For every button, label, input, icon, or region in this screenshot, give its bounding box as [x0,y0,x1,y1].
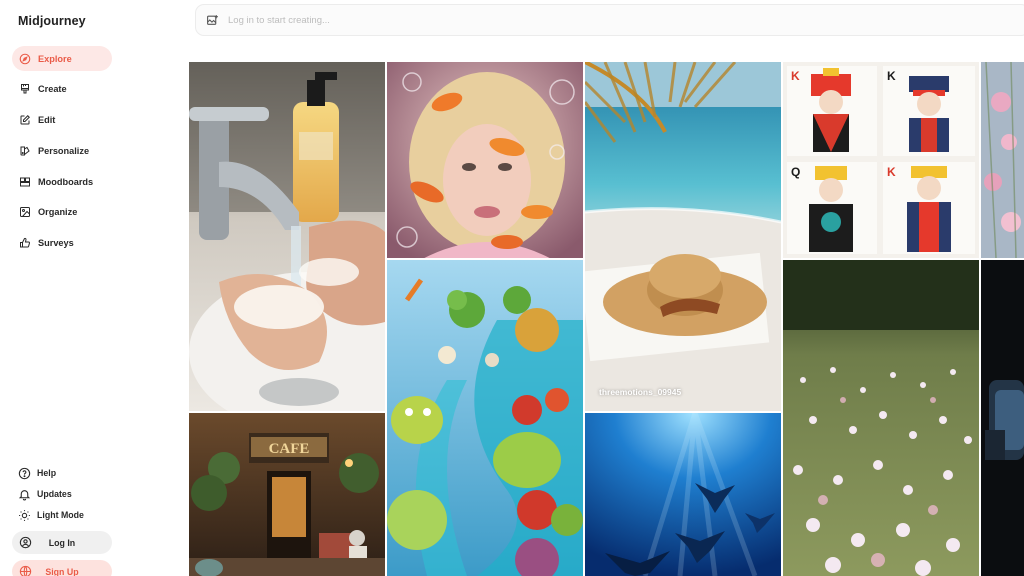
bell-icon [18,488,31,501]
playing-cards-image: K K Q K [783,62,979,258]
image-icon [19,206,31,218]
sidebar-item-label: Personalize [38,145,90,156]
sidebar-nav: Explore Create Edit Personalize Moodboar… [12,46,112,262]
sidebar-item-explore[interactable]: Explore [12,46,112,71]
help-icon [18,467,31,480]
svg-text:K: K [887,165,896,179]
updates-label: Updates [37,489,72,499]
light-mode-label: Light Mode [37,510,84,520]
gallery-item-pink-flowers[interactable] [981,62,1024,258]
sidebar-item-moodboards[interactable]: Moodboards [12,169,112,194]
underwater-rays-image [585,413,781,576]
hand-washing-image [189,62,385,411]
gallery-item-dark-night[interactable] [981,260,1024,576]
gallery-item-cafe[interactable]: CAFE [189,413,385,576]
user-icon [19,536,32,549]
app-title[interactable]: Midjourney [18,14,86,28]
prompt-input[interactable] [228,14,828,26]
goldfish-portrait-image [387,62,583,258]
sidebar-item-label: Surveys [38,238,74,249]
light-mode-toggle[interactable]: Light Mode [12,505,112,525]
globe-icon [19,565,32,576]
sidebar-item-surveys[interactable]: Surveys [12,231,112,256]
sidebar-item-label: Moodboards [38,176,94,187]
wildflower-meadow-image [783,260,979,576]
help-link[interactable]: Help [12,463,112,483]
svg-text:Q: Q [791,165,800,179]
help-label: Help [37,468,57,478]
cafe-street-image: CAFE [189,413,385,576]
svg-text:CAFE: CAFE [269,441,310,457]
gallery-item-meadow[interactable] [783,260,979,576]
gallery-item-goldfish-portrait[interactable] [387,62,583,258]
prompt-bar[interactable] [195,4,1024,36]
gallery-item-hand-washing[interactable] [189,62,385,411]
dark-night-image [981,260,1024,576]
gallery-item-beach-hat[interactable]: threemotions_09945 [585,62,781,411]
login-button[interactable]: Log In [12,531,112,554]
moodboard-icon [19,176,31,188]
svg-text:K: K [791,69,800,83]
sidebar-item-create[interactable]: Create [12,77,112,102]
image-caption[interactable]: threemotions_09945 [599,387,681,397]
edit-icon [19,114,31,126]
gallery-item-vegetable-river[interactable] [387,260,583,576]
gallery-item-playing-cards[interactable]: K K Q K [783,62,979,258]
sidebar-item-label: Create [38,84,67,95]
pink-flowers-image [981,62,1024,258]
add-image-icon[interactable] [206,14,219,27]
sidebar-item-label: Explore [38,53,72,64]
sidebar: Midjourney Explore Create Edit Personali… [0,0,180,576]
sidebar-item-label: Organize [38,207,78,218]
sidebar-item-edit[interactable]: Edit [12,108,112,133]
beach-hat-image [585,62,781,411]
gallery-item-underwater[interactable] [585,413,781,576]
signup-button[interactable]: Sign Up [12,560,112,576]
palette-icon [19,145,31,157]
sidebar-item-personalize[interactable]: Personalize [12,138,112,163]
sun-icon [18,509,31,522]
sidebar-item-label: Edit [38,115,56,126]
svg-text:K: K [887,69,896,83]
brush-icon [19,83,31,95]
sidebar-item-organize[interactable]: Organize [12,200,112,225]
sidebar-bottom: Help Updates Light Mode [12,463,112,526]
explore-gallery: CAFE threemotions_09945 K K Q K [189,62,1024,576]
vegetable-river-image [387,260,583,576]
thumbs-up-icon [19,237,31,249]
updates-link[interactable]: Updates [12,484,112,504]
compass-icon [19,53,31,65]
